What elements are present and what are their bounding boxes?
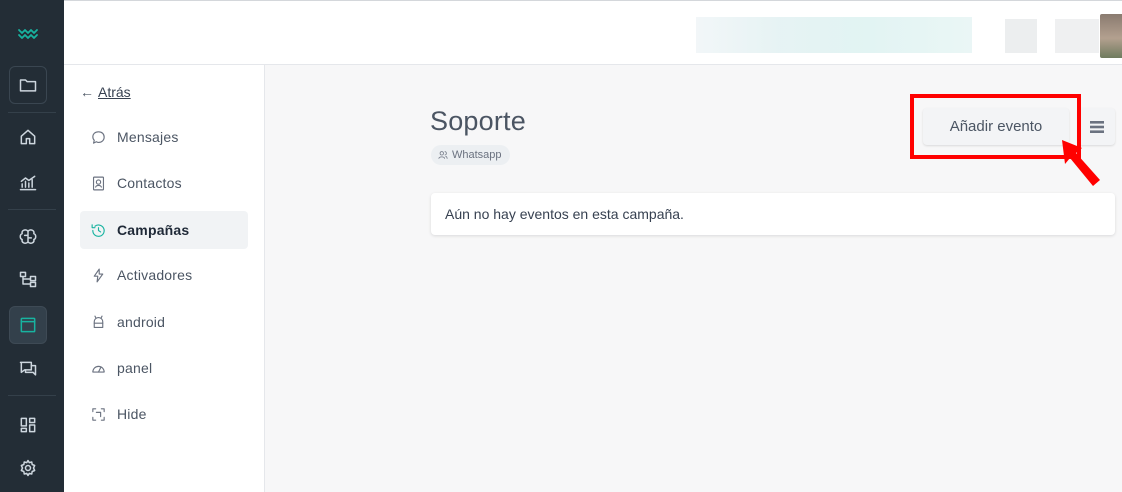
rail-item-analytics[interactable] [9,164,47,202]
sidebar-item-label: Hide [117,406,147,422]
dashboard-icon [20,417,36,433]
flow-icon [19,271,37,288]
folder-icon [19,79,37,92]
empty-events-text: Aún no hay eventos en esta campaña. [445,206,684,222]
sidebar-item-android[interactable]: android [80,303,248,341]
empty-events-message: Aún no hay eventos en esta campaña. [431,193,1115,235]
rail-divider [8,395,56,396]
gauge-icon [92,365,105,373]
back-link-label[interactable]: Atrás [98,84,131,100]
bolt-icon [93,268,104,282]
campaign-sidebar: ← Atrás Mensajes Contactos Campañas Acti… [64,65,265,492]
sidebar-item-label: android [117,314,166,330]
sidebar-item-campanas[interactable]: Campañas [80,211,248,249]
back-link[interactable]: ← Atrás [80,84,131,100]
logo-icon[interactable] [16,22,40,46]
sidebar-item-hide[interactable]: Hide [80,395,248,433]
top-bar [64,0,1122,65]
sidebar-item-label: Contactos [117,175,182,191]
rail-item-folder[interactable] [9,66,47,104]
rail-item-window[interactable] [9,306,47,344]
history-icon [91,223,105,237]
android-icon [93,315,104,328]
sidebar-item-label: Campañas [117,222,190,238]
redacted-area [1055,19,1099,53]
sidebar-item-label: panel [117,360,153,376]
channel-badge-label: Whatsapp [452,149,502,161]
rail-item-brain[interactable] [9,218,47,256]
frame-icon [92,407,105,421]
channel-badge: Whatsapp [431,145,510,165]
back-arrow-icon: ← [80,84,94,100]
message-icon [92,130,105,144]
icon-rail [0,0,64,492]
sidebar-item-label: Mensajes [117,129,179,145]
pointer-arrow-icon [1062,140,1100,186]
redacted-area [696,17,972,53]
users-icon [438,151,448,159]
redacted-area [1005,19,1037,53]
analytics-icon [19,175,37,191]
rail-item-dashboard[interactable] [9,406,47,444]
sidebar-item-mensajes[interactable]: Mensajes [80,118,248,156]
avatar[interactable] [1100,14,1122,58]
contacts-icon [92,176,105,190]
gear-icon [20,459,36,477]
rail-divider [8,209,56,210]
sidebar-item-activadores[interactable]: Activadores [80,256,248,294]
sidebar-item-contactos[interactable]: Contactos [80,164,248,202]
sidebar-item-panel[interactable]: panel [80,349,248,387]
sidebar-item-label: Activadores [117,267,193,283]
chat-icon [19,361,37,376]
rail-item-settings[interactable] [9,449,47,487]
menu-icon [1089,120,1104,133]
rail-item-chat[interactable] [9,350,47,388]
home-icon [20,129,36,145]
window-icon [20,317,36,333]
brain-icon [19,229,37,244]
rail-item-flow[interactable] [9,260,47,298]
rail-item-home[interactable] [9,118,47,156]
page-title: Soporte [430,106,526,136]
rail-divider [8,112,56,113]
highlight-box [910,94,1081,159]
